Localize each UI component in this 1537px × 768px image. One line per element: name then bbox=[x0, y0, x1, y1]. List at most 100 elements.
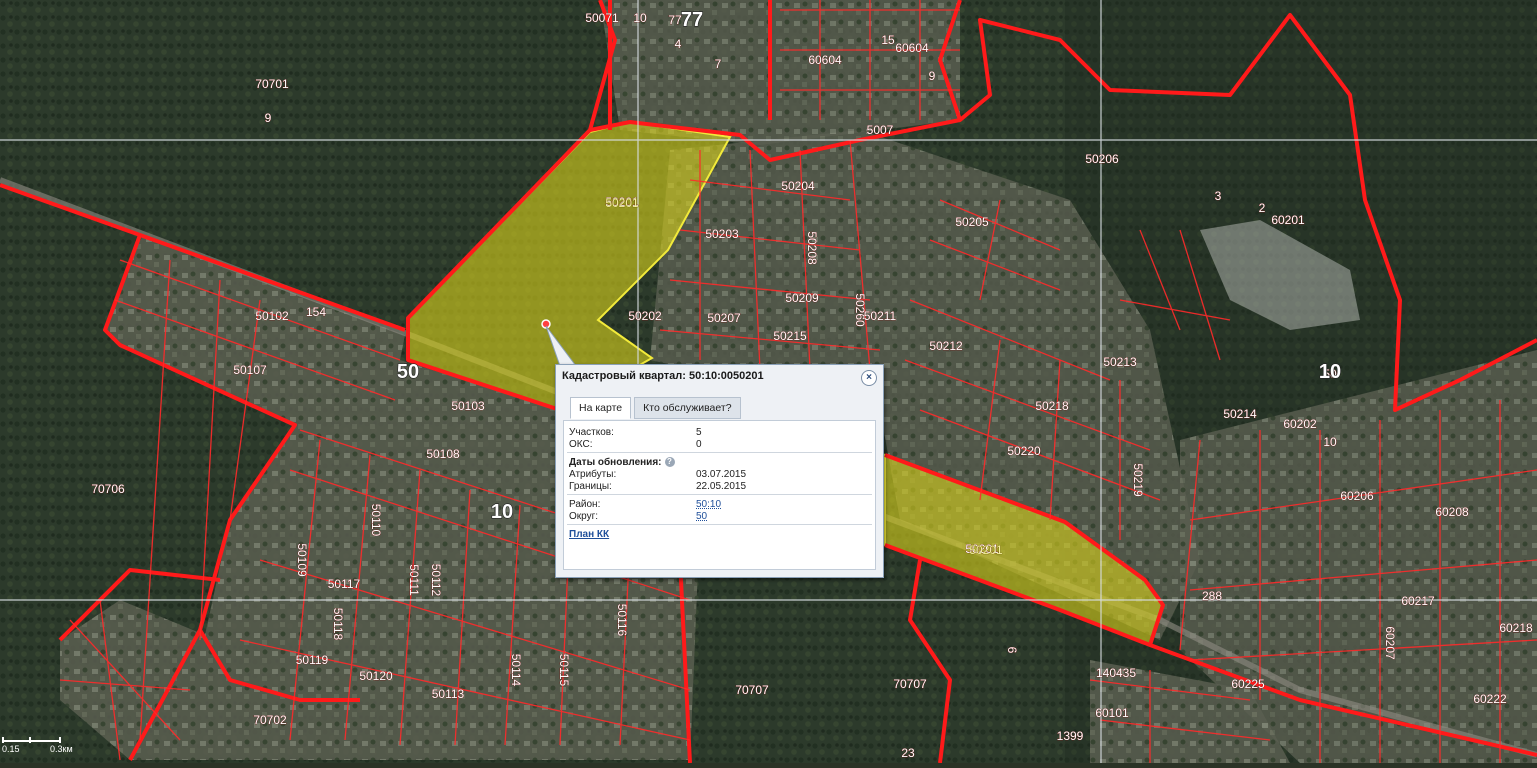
district-code-label: 50 bbox=[397, 361, 419, 383]
district-code-label: 77 bbox=[681, 9, 703, 31]
parcel-label: 50111 bbox=[407, 564, 421, 596]
parcel-label: 50206 bbox=[1085, 152, 1119, 166]
parcel-label: 50112 bbox=[429, 564, 443, 597]
parcel-label: 50215 bbox=[773, 329, 807, 343]
parcel-label: 50202 bbox=[628, 309, 662, 323]
help-icon[interactable]: ? bbox=[664, 457, 675, 468]
parcel-label: 50205 bbox=[955, 215, 989, 229]
parcel-label: 60604 bbox=[808, 53, 842, 67]
parcel-label: 2 bbox=[1259, 201, 1266, 215]
highlighted-quarter-label: 50201 bbox=[969, 543, 1003, 557]
scale-left-label: 0.15 bbox=[2, 744, 20, 754]
parcel-label: 1399 bbox=[1057, 729, 1084, 743]
parcel-label: 60604 bbox=[895, 41, 929, 55]
parcel-label: 50113 bbox=[432, 687, 465, 701]
parcel-label: 50219 bbox=[1131, 463, 1145, 497]
highlighted-quarter-label: 50201 bbox=[605, 196, 639, 210]
parcel-label: 50208 bbox=[805, 231, 819, 265]
close-icon[interactable]: × bbox=[861, 370, 877, 386]
parcel-label: 50213 bbox=[1103, 355, 1137, 369]
district-link[interactable]: 50:10 bbox=[696, 499, 721, 510]
parcel-label: 60207 bbox=[1383, 626, 1397, 660]
parcel-label: 50212 bbox=[929, 339, 963, 353]
update-dates-text: Даты обновления: bbox=[569, 457, 662, 468]
parcel-label: 4 bbox=[675, 37, 682, 51]
parcel-label: 10 bbox=[1323, 435, 1337, 449]
okrug-label: Округ: bbox=[569, 511, 599, 522]
parcel-label: 60208 bbox=[1435, 505, 1469, 519]
parcel-label: 50119 bbox=[296, 653, 329, 667]
attributes-value: 03.07.2015 bbox=[696, 469, 747, 480]
parcel-label: 288 bbox=[1202, 589, 1222, 603]
parcel-label: 9 bbox=[265, 111, 272, 125]
cadastral-info-popup: Кадастровый квартал: 50:10:0050201 × На … bbox=[555, 364, 884, 578]
parcel-label: 60218 bbox=[1499, 621, 1533, 635]
parcel-label: 50117 bbox=[328, 577, 361, 591]
parcel-label: 50107 bbox=[233, 363, 267, 377]
borders-value: 22.05.2015 bbox=[696, 481, 747, 492]
plan-kk-link[interactable]: План КК bbox=[569, 529, 609, 540]
parcel-label: 23 bbox=[901, 746, 915, 760]
scale-bar: 0.15 0.3км bbox=[0, 735, 90, 763]
district-label: Район: bbox=[569, 499, 601, 510]
parcel-label: 60201 bbox=[1271, 213, 1305, 227]
update-dates-label: Даты обновления:? bbox=[569, 457, 675, 468]
parcel-label: 6 bbox=[1005, 647, 1019, 654]
parcel-label: 7 bbox=[715, 57, 722, 71]
parcel-label: 50120 bbox=[359, 669, 393, 683]
popup-tabs: На карте Кто обслуживает? bbox=[570, 397, 744, 419]
parcel-label: 5007 bbox=[867, 123, 894, 137]
parcel-label: 50220 bbox=[1007, 444, 1041, 458]
parcel-label: 50071 bbox=[585, 11, 619, 25]
oks-label: ОКС: bbox=[569, 439, 593, 450]
parcel-label: 50204 bbox=[781, 179, 815, 193]
parcel-label: 60225 bbox=[1231, 677, 1265, 691]
district-code-label: 10 bbox=[1319, 361, 1341, 383]
parcel-label: 154 bbox=[306, 305, 326, 319]
parcel-label: 70707 bbox=[735, 683, 769, 697]
parcel-label: 70701 bbox=[255, 77, 289, 91]
scale-right-label: 0.3км bbox=[50, 744, 73, 754]
tab-who-serves[interactable]: Кто обслуживает? bbox=[634, 397, 741, 419]
parcel-label: 50207 bbox=[707, 311, 741, 325]
tab-on-map[interactable]: На карте bbox=[570, 397, 632, 419]
popup-title: Кадастровый квартал: 50:10:0050201 bbox=[562, 370, 764, 382]
parcel-label: 50115 bbox=[557, 654, 571, 687]
divider bbox=[567, 524, 872, 525]
parcel-label: 50209 bbox=[785, 291, 819, 305]
parcel-label: 9 bbox=[929, 69, 936, 83]
parcel-label: 50218 bbox=[1035, 399, 1069, 413]
parcel-label: 50211 bbox=[864, 309, 897, 323]
parcel-label: 60202 bbox=[1283, 417, 1317, 431]
parcel-label: 70702 bbox=[253, 713, 287, 727]
borders-label: Границы: bbox=[569, 481, 612, 492]
parcel-label: 70707 bbox=[893, 677, 927, 691]
parcel-label: 50203 bbox=[705, 227, 739, 241]
district-code-label: 10 bbox=[491, 501, 513, 523]
popup-body: Участков: 5 ОКС: 0 Даты обновления:? Атр… bbox=[563, 420, 876, 570]
parcel-label: 60101 bbox=[1095, 706, 1129, 720]
parcel-label: 50116 bbox=[615, 604, 629, 637]
parcel-label: 70706 bbox=[91, 482, 125, 496]
parcel-label: 3 bbox=[1215, 189, 1222, 203]
parcel-label: 50109 bbox=[295, 543, 309, 577]
parcels-label: Участков: bbox=[569, 427, 614, 438]
parcel-label: 60206 bbox=[1340, 489, 1374, 503]
parcel-label: 60217 bbox=[1401, 594, 1435, 608]
okrug-link[interactable]: 50 bbox=[696, 511, 707, 522]
parcel-label: 50108 bbox=[426, 447, 460, 461]
parcel-label: 50103 bbox=[451, 399, 485, 413]
parcel-label: 140435 bbox=[1096, 666, 1136, 680]
parcel-label: 50102 bbox=[255, 309, 289, 323]
parcel-label: 50118 bbox=[331, 608, 345, 641]
parcel-label: 50110 bbox=[369, 504, 383, 537]
divider bbox=[567, 494, 872, 495]
parcel-label: 50214 bbox=[1223, 407, 1257, 421]
parcel-label: 50114 bbox=[509, 654, 523, 687]
parcel-label: 10 bbox=[633, 11, 647, 25]
parcels-value: 5 bbox=[696, 427, 702, 438]
parcel-label: 60222 bbox=[1473, 692, 1507, 706]
attributes-label: Атрибуты: bbox=[569, 469, 617, 480]
oks-value: 0 bbox=[696, 439, 702, 450]
parcel-label: 15 bbox=[881, 33, 895, 47]
